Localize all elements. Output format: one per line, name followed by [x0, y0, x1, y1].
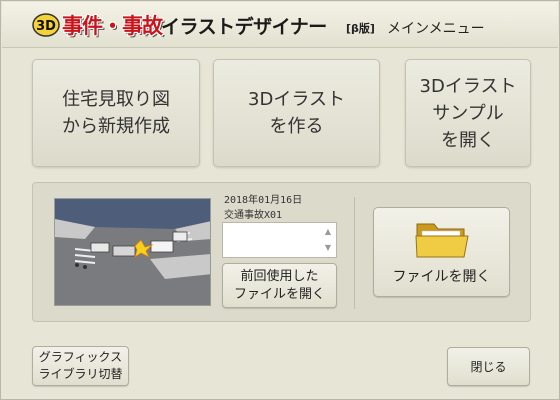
- scroll-up-icon[interactable]: ▲: [322, 225, 334, 239]
- graphics-library-switch-button[interactable]: グラフィックス ライブラリ切替: [32, 346, 129, 386]
- open-file-label: ファイルを開く: [392, 269, 491, 285]
- app-title-main: 事件・事故: [62, 14, 163, 38]
- app-title-sub: イラストデザイナー: [161, 16, 327, 38]
- main-menu-window: 3D 事件・事故 イラストデザイナー [β版] メインメニュー 住宅見取り図 か…: [0, 0, 560, 400]
- menu-title: メインメニュー: [387, 21, 485, 37]
- recent-file-name: 交通事故X01: [224, 210, 283, 221]
- open-sample-button[interactable]: 3Dイラスト サンプル を開く: [405, 59, 531, 167]
- beta-badge: [β版]: [346, 22, 375, 35]
- title-bar: 3D 事件・事故 イラストデザイナー [β版] メインメニュー: [2, 2, 558, 48]
- create-3d-illustration-button[interactable]: 3Dイラスト を作る: [213, 59, 380, 167]
- new-from-floorplan-button[interactable]: 住宅見取り図 から新規作成: [32, 59, 200, 167]
- open-file-button[interactable]: ファイルを開く: [373, 207, 510, 297]
- folder-icon: [415, 223, 469, 258]
- recent-file-thumbnail[interactable]: [54, 198, 211, 306]
- logo-text: 3D: [36, 19, 56, 34]
- 3d-logo-icon: 3D: [32, 13, 60, 37]
- panel-divider: [354, 197, 355, 309]
- recent-file-date: 2018年01月16日: [224, 195, 303, 206]
- recent-file-list[interactable]: ▲ ▼: [222, 222, 337, 258]
- accident-scene-image: [55, 199, 210, 305]
- close-button[interactable]: 閉じる: [447, 347, 530, 386]
- open-last-file-button[interactable]: 前回使用した ファイルを開く: [222, 263, 337, 308]
- scroll-down-icon[interactable]: ▼: [322, 241, 334, 255]
